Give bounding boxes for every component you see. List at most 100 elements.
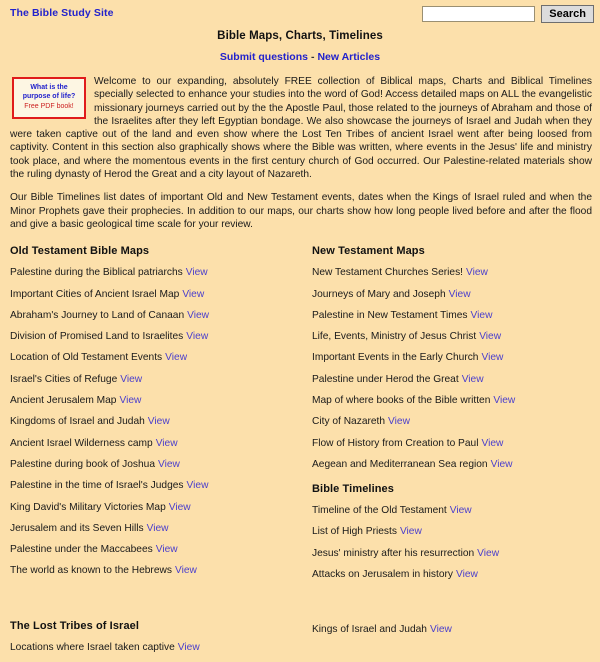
list-item[interactable]: King David's Military Victories Map View xyxy=(10,501,302,515)
list-item-label: Abraham's Journey to Land of Canaan xyxy=(10,309,185,321)
list-item[interactable]: Palestine during the Biblical patriarchs… xyxy=(10,266,302,280)
list-item[interactable]: Attacks on Jerusalem in history View xyxy=(312,568,594,582)
list-item[interactable]: List of High Priests View xyxy=(312,525,594,539)
view-link[interactable]: View xyxy=(182,289,204,300)
list-item-label: New Testament Churches Series! xyxy=(312,267,463,279)
right-list-1: New Testament Churches Series! View Journ… xyxy=(312,266,594,472)
view-link[interactable]: View xyxy=(481,352,503,363)
view-link[interactable]: View xyxy=(156,544,178,555)
view-link[interactable]: View xyxy=(493,395,515,406)
view-link[interactable]: View xyxy=(466,267,488,278)
list-item[interactable]: Important Events in the Early Church View xyxy=(312,351,594,365)
view-link[interactable]: View xyxy=(119,395,141,406)
view-link[interactable]: View xyxy=(169,502,191,513)
list-item[interactable]: Israel's Cities of Refuge View xyxy=(10,373,302,387)
view-link[interactable]: View xyxy=(187,480,209,491)
view-link[interactable]: View xyxy=(471,310,493,321)
view-link[interactable]: View xyxy=(388,416,410,427)
list-item[interactable]: Aegean and Mediterranean Sea region View xyxy=(312,458,594,472)
view-link[interactable]: View xyxy=(187,310,209,321)
view-link[interactable]: View xyxy=(175,565,197,576)
submit-questions-link[interactable]: Submit questions xyxy=(220,51,308,63)
right-list-3: Kings of Israel and Judah View xyxy=(312,623,594,637)
view-link[interactable]: View xyxy=(148,416,170,427)
list-item[interactable]: Map of where books of the Bible written V… xyxy=(312,394,594,408)
view-link[interactable]: View xyxy=(462,374,484,385)
list-item-label: Palestine during the Biblical patriarchs xyxy=(10,267,183,279)
intro-section: What is the purpose of life? Free PDF bo… xyxy=(0,75,600,231)
right-list-2: Timeline of the Old Testament View List o… xyxy=(312,504,594,582)
view-link[interactable]: View xyxy=(400,526,422,537)
list-item[interactable]: Palestine in the time of Israel's Judges… xyxy=(10,479,302,493)
list-item[interactable]: Location of Old Testament Events View xyxy=(10,351,302,365)
right-column: New Testament Maps New Testament Churche… xyxy=(302,245,594,662)
list-item[interactable]: Abraham's Journey to Land of Canaan View xyxy=(10,309,302,323)
list-item[interactable]: Life, Events, Ministry of Jesus Christ Vi… xyxy=(312,330,594,344)
view-link[interactable]: View xyxy=(479,331,501,342)
list-item-label: Location of Old Testament Events xyxy=(10,352,163,364)
list-item-label: Jesus' ministry after his resurrection xyxy=(312,547,475,559)
view-link[interactable]: View xyxy=(450,505,472,516)
list-item-label: Life, Events, Ministry of Jesus Christ xyxy=(312,331,477,343)
search-button[interactable]: Search xyxy=(541,5,594,23)
list-item-label: Locations where Israel taken captive xyxy=(10,641,175,653)
list-item[interactable]: Palestine in New Testament Times View xyxy=(312,309,594,323)
list-item[interactable]: Palestine during book of Joshua View xyxy=(10,458,302,472)
list-item-label: Palestine under the Maccabees xyxy=(10,544,153,556)
view-link[interactable]: View xyxy=(158,459,180,470)
list-item[interactable]: Jesus' ministry after his resurrection Vi… xyxy=(312,547,594,561)
list-item-label: Kingdoms of Israel and Judah xyxy=(10,416,145,428)
left-column-spacer xyxy=(10,586,302,620)
list-item-label: King David's Military Victories Map xyxy=(10,501,166,513)
pdf-promo-box[interactable]: What is the purpose of life? Free PDF bo… xyxy=(12,77,86,119)
view-link[interactable]: View xyxy=(156,438,178,449)
site-home-link[interactable]: The Bible Study Site xyxy=(10,7,114,19)
list-item[interactable]: Flow of History from Creation to Paul Vie… xyxy=(312,437,594,451)
list-item[interactable]: Journeys of Mary and Joseph View xyxy=(312,288,594,302)
view-link[interactable]: View xyxy=(491,459,513,470)
list-item-label: Division of Promised Land to Israelites xyxy=(10,331,184,343)
list-item[interactable]: Locations where Israel taken captive View xyxy=(10,641,302,655)
heading-new-testament-maps: New Testament Maps xyxy=(312,245,425,258)
right-column-spacer xyxy=(312,589,594,623)
list-item[interactable]: City of Nazareth View xyxy=(312,415,594,429)
left-list-2: Locations where Israel taken captive View xyxy=(10,641,302,655)
view-link[interactable]: View xyxy=(456,569,478,580)
view-link[interactable]: View xyxy=(430,624,452,635)
list-item[interactable]: Ancient Jerusalem Map View xyxy=(10,394,302,408)
list-item[interactable]: Ancient Israel Wilderness camp View xyxy=(10,437,302,451)
list-item[interactable]: Kingdoms of Israel and Judah View xyxy=(10,415,302,429)
list-item-label: Important Cities of Ancient Israel Map xyxy=(10,288,180,300)
view-link[interactable]: View xyxy=(165,352,187,363)
list-item-label: List of High Priests xyxy=(312,526,397,538)
view-link[interactable]: View xyxy=(147,523,169,534)
link-columns: Old Testament Bible Maps Palestine durin… xyxy=(0,245,600,662)
view-link[interactable]: View xyxy=(477,548,499,559)
view-link[interactable]: View xyxy=(449,289,471,300)
list-item-label: Palestine in New Testament Times xyxy=(312,309,468,321)
list-item[interactable]: Palestine under Herod the Great View xyxy=(312,373,594,387)
heading-lost-tribes-of-israel: The Lost Tribes of Israel xyxy=(10,619,140,632)
site-header: The Bible Study Site Search xyxy=(0,0,600,26)
search-input[interactable] xyxy=(422,6,536,22)
list-item[interactable]: Jerusalem and its Seven Hills View xyxy=(10,522,302,536)
list-item[interactable]: New Testament Churches Series! View xyxy=(312,266,594,280)
new-articles-link[interactable]: New Articles xyxy=(317,51,380,63)
list-item[interactable]: Division of Promised Land to Israelites V… xyxy=(10,330,302,344)
list-item-label: Map of where books of the Bible written xyxy=(312,395,491,407)
view-link[interactable]: View xyxy=(186,267,208,278)
view-link[interactable]: View xyxy=(120,374,142,385)
list-item[interactable]: The world as known to the Hebrews View xyxy=(10,564,302,578)
list-item[interactable]: Palestine under the Maccabees View xyxy=(10,543,302,557)
promo-line-1: What is the xyxy=(30,84,68,91)
list-item[interactable]: Timeline of the Old Testament View xyxy=(312,504,594,518)
left-column: Old Testament Bible Maps Palestine durin… xyxy=(10,245,302,662)
view-link[interactable]: View xyxy=(481,438,503,449)
list-item-label: Kings of Israel and Judah xyxy=(312,624,427,636)
view-link[interactable]: View xyxy=(186,331,208,342)
view-link[interactable]: View xyxy=(178,642,200,653)
list-item-label: Ancient Jerusalem Map xyxy=(10,395,117,407)
list-item[interactable]: Kings of Israel and Judah View xyxy=(312,623,594,637)
subnav: Submit questions - New Articles xyxy=(0,51,600,63)
list-item[interactable]: Important Cities of Ancient Israel Map Vi… xyxy=(10,288,302,302)
